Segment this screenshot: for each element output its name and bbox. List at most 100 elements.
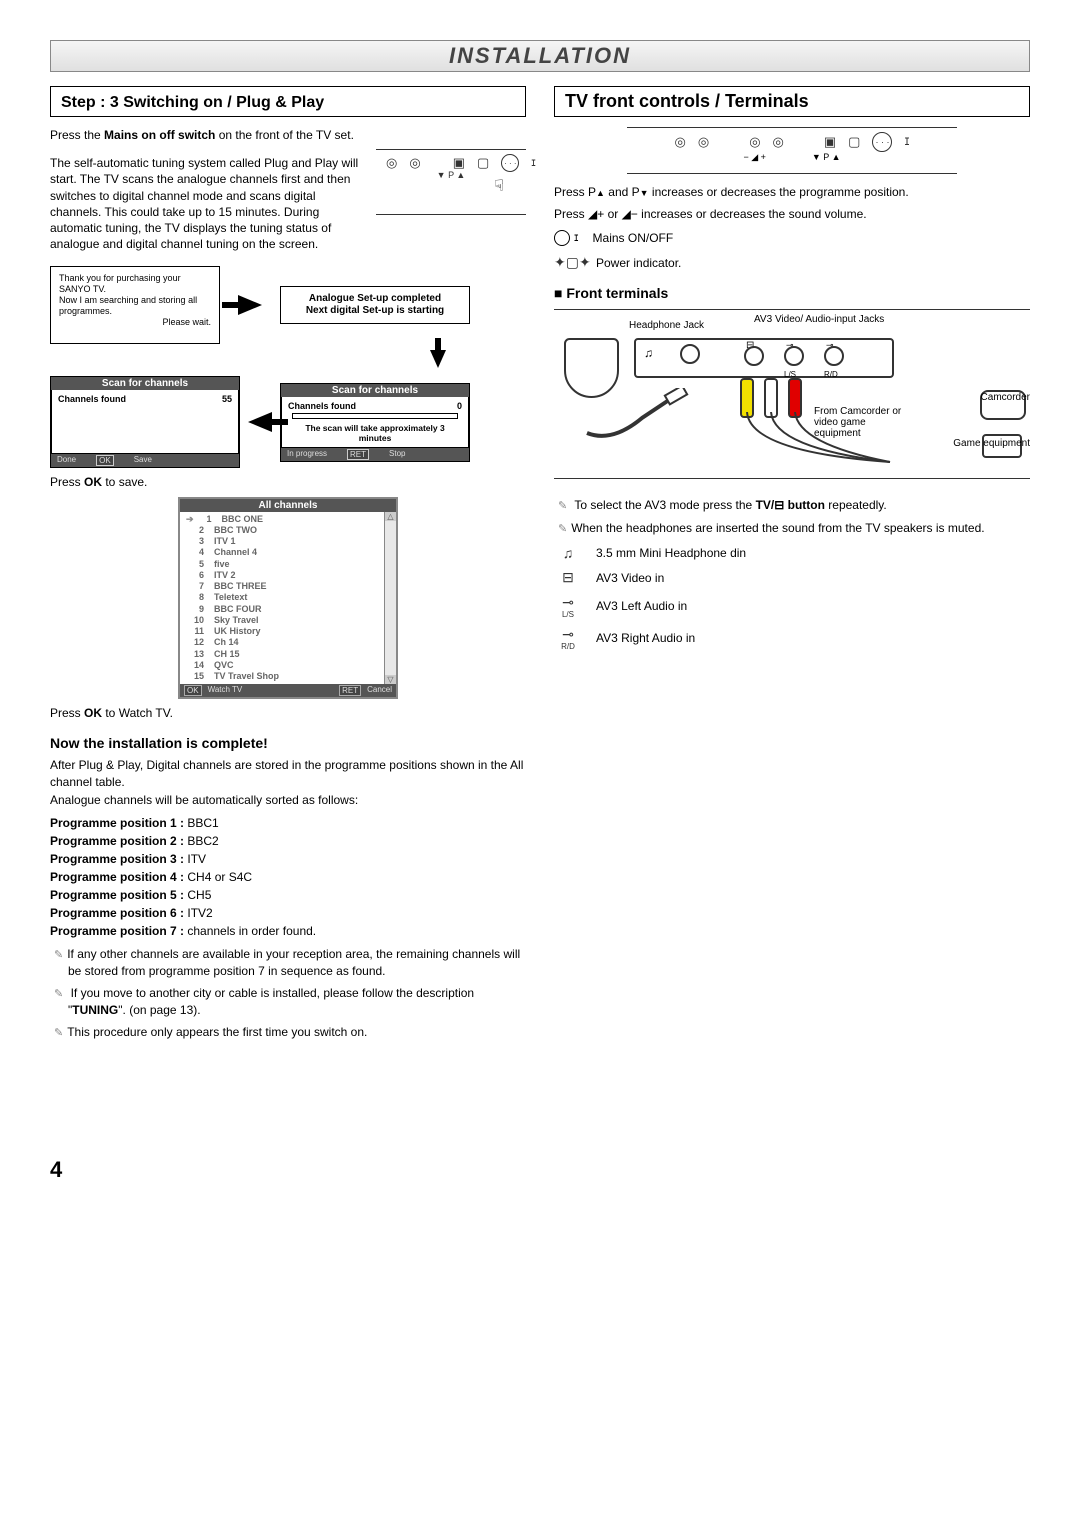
flow-row-1: Thank you for purchasing your SANYO TV. … bbox=[50, 266, 526, 344]
list-item: 4Channel 4 bbox=[186, 547, 378, 558]
jack-icon: ◎ bbox=[386, 155, 397, 171]
chan-cancel: Cancel bbox=[367, 685, 392, 696]
left-column: Step : 3 Switching on / Plug & Play Pres… bbox=[50, 86, 526, 1047]
press-ok-watch: Press OK to Watch TV. bbox=[50, 705, 526, 721]
front-controls-strip: ◎ ◎ ◎ ◎ ▣ ▢ · · · ⵊ − ◢ + ▼ P ▲ bbox=[554, 127, 1030, 174]
all-channels-box: All channels ➔1BBC ONE 2BBC TWO 3ITV 1 4… bbox=[178, 497, 398, 700]
av3-jacks-label: AV3 Video/ Audio-input Jacks bbox=[754, 314, 884, 325]
p-desc: Press P and P increases or decreases the… bbox=[554, 184, 1030, 200]
mains-on-off-label: Mains ON/OFF bbox=[593, 231, 674, 245]
list-item: 2BBC TWO bbox=[186, 525, 378, 536]
headphone-plug-icon bbox=[582, 388, 692, 448]
chan-ret: RET bbox=[339, 685, 361, 696]
hp-mute-note: When the headphones are inserted the sou… bbox=[558, 520, 1030, 537]
scan-footer-right: In progress RET Stop bbox=[281, 448, 469, 461]
rd-label: R/D bbox=[824, 370, 838, 379]
front-terminals-heading: ■ Front terminals bbox=[554, 285, 1030, 301]
headphone-icon: ♫ bbox=[554, 545, 582, 561]
scan-prog: In progress bbox=[287, 449, 327, 460]
power-mark-icon: ⵊ bbox=[904, 137, 909, 148]
vol-labels: − ◢ + bbox=[743, 152, 765, 163]
list-item: 7BBC THREE bbox=[186, 581, 378, 592]
tv-panel-mini: ◎ ◎ ▣ ▢ · · · ⵊ ▼ P ▲ ☟ bbox=[376, 149, 526, 215]
list-item: 14QVC bbox=[186, 660, 378, 671]
channel-scrollbar[interactable]: △ ▽ bbox=[384, 512, 396, 685]
sel-av3-note: To select the AV3 mode press the TV/⊟ bu… bbox=[558, 497, 1030, 514]
prog-pos-1: Programme position 1 : BBC1 bbox=[50, 816, 526, 830]
power-indicator-label: Power indicator. bbox=[596, 256, 681, 270]
av3-left-label: AV3 Left Audio in bbox=[596, 599, 687, 613]
mains-on-off-icon bbox=[554, 230, 570, 246]
list-item: 10Sky Travel bbox=[186, 615, 378, 626]
scan-footer-left: Done OK Save bbox=[51, 454, 239, 467]
scroll-up-icon[interactable]: △ bbox=[385, 512, 396, 521]
step3-text: Step : 3 Switching on / Plug & Play bbox=[61, 94, 324, 111]
analogue-done-l2: Next digital Set-up is starting bbox=[285, 305, 465, 317]
scan-ret: RET bbox=[347, 449, 369, 460]
channels-found-0: 0 bbox=[457, 401, 462, 411]
channels-found-55: 55 bbox=[222, 394, 232, 404]
jack-icon: ◎ bbox=[409, 155, 420, 171]
finger-press-icon: ☟ bbox=[494, 176, 504, 196]
note-1: If any other channels are available in y… bbox=[54, 946, 526, 979]
jack-icon: ◎ bbox=[698, 134, 709, 150]
front-terminals-diagram: Headphone Jack AV3 Video/ Audio-input Ja… bbox=[554, 309, 1030, 479]
press-mains-text: Press the Mains on off switch on the fro… bbox=[50, 127, 526, 143]
note-2: If you move to another city or cable is … bbox=[54, 985, 526, 1018]
audio-left-icon: ⊸L/S bbox=[554, 594, 582, 618]
power-indicator-icon: ✦▢✦ bbox=[554, 254, 582, 271]
list-item: 15TV Travel Shop bbox=[186, 671, 378, 682]
after-pp: After Plug & Play, Digital channels are … bbox=[50, 757, 526, 789]
chan-ok: OK bbox=[184, 685, 202, 696]
scan-pair: Scan for channels Channels found 55 Done… bbox=[50, 376, 526, 468]
press-ok-save: Press OK to save. bbox=[50, 474, 526, 490]
power-box-icon: ▣ bbox=[824, 134, 836, 150]
installation-banner: INSTALLATION bbox=[50, 40, 1030, 72]
jack-icon: ◎ bbox=[675, 134, 686, 150]
scan-progress bbox=[292, 413, 458, 419]
channel-list: ➔1BBC ONE 2BBC TWO 3ITV 1 4Channel 4 5fi… bbox=[180, 512, 384, 685]
list-item: 12Ch 14 bbox=[186, 637, 378, 648]
scan-time: The scan will take approximately 3 minut… bbox=[288, 423, 462, 443]
list-item: 3ITV 1 bbox=[186, 536, 378, 547]
prog-pos-3: Programme position 3 : ITV bbox=[50, 852, 526, 866]
scan-title-right: Scan for channels bbox=[281, 384, 469, 397]
jack-icon: ◎ bbox=[749, 134, 760, 150]
scan-box-left: Scan for channels Channels found 55 Done… bbox=[50, 376, 240, 468]
prog-pos-6: Programme position 6 : ITV2 bbox=[50, 906, 526, 920]
jack-icon: ◎ bbox=[773, 134, 784, 150]
thankyou-l2: Now I am searching and storing all progr… bbox=[59, 295, 211, 317]
prog-pos-4: Programme position 4 : CH4 or S4C bbox=[50, 870, 526, 884]
channels-found-label: Channels found bbox=[58, 394, 126, 404]
arrow-left-icon bbox=[248, 412, 272, 432]
hp-jack-label: Headphone Jack bbox=[629, 320, 704, 331]
scan-ok: OK bbox=[96, 455, 114, 466]
channel-buttons: OK Watch TV RET Cancel bbox=[180, 684, 396, 697]
power-led-icon: ▢ bbox=[848, 134, 860, 150]
list-item: 5five bbox=[186, 559, 378, 570]
analogue-done-dialog: Analogue Set-up completed Next digital S… bbox=[280, 286, 470, 324]
list-item: 8Teletext bbox=[186, 592, 378, 603]
analogue-done-l1: Analogue Set-up completed bbox=[285, 293, 465, 305]
scan-save: Save bbox=[134, 455, 152, 466]
p-labels: ▼ P ▲ bbox=[812, 152, 841, 163]
tv-front-title: TV front controls / Terminals bbox=[554, 86, 1030, 117]
right-column: TV front controls / Terminals ◎ ◎ ◎ ◎ ▣ … bbox=[554, 86, 1030, 1047]
list-item: 11UK History bbox=[186, 626, 378, 637]
complete-heading: Now the installation is complete! bbox=[50, 735, 526, 751]
headphone-icon: ♫ bbox=[644, 346, 653, 360]
prog-pos-7: Programme position 7 : channels in order… bbox=[50, 924, 526, 938]
av3-right-label: AV3 Right Audio in bbox=[596, 631, 695, 645]
scroll-down-icon[interactable]: ▽ bbox=[385, 675, 396, 684]
chan-watch: Watch TV bbox=[208, 685, 243, 696]
list-item: 13CH 15 bbox=[186, 649, 378, 660]
all-channels-title: All channels bbox=[180, 499, 396, 512]
av3-video-label: AV3 Video in bbox=[596, 571, 664, 585]
power-button-icon: · · · bbox=[872, 132, 892, 152]
from-camcorder-label: From Camcorder or video game equipment bbox=[814, 406, 904, 439]
step3-title: Step : 3 Switching on / Plug & Play bbox=[50, 86, 526, 117]
note-3: This procedure only appears the first ti… bbox=[54, 1024, 526, 1041]
audio-right-icon: ⊸R/D bbox=[554, 626, 582, 650]
scan-stop: Stop bbox=[389, 449, 405, 460]
prog-pos-2: Programme position 2 : BBC2 bbox=[50, 834, 526, 848]
